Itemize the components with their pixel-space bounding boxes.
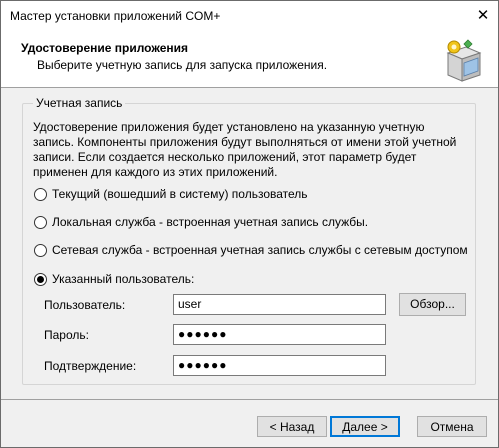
package-wizard-icon	[446, 39, 482, 82]
radio-label: Текущий (вошедший в систему) пользовател…	[52, 187, 308, 201]
radio-label: Локальная служба - встроенная учетная за…	[52, 215, 369, 229]
radio-button[interactable]	[34, 187, 47, 201]
cancel-button[interactable]: Отмена	[417, 416, 487, 437]
password-input[interactable]: ●●●●●●	[173, 324, 386, 345]
radio-label: Указанный пользователь:	[52, 272, 195, 286]
next-button[interactable]: Далее >	[330, 416, 400, 437]
confirm-password-input[interactable]: ●●●●●●	[173, 355, 386, 376]
back-button[interactable]: < Назад	[257, 416, 327, 437]
title-bar: Мастер установки приложений COM+ ✕	[1, 1, 498, 31]
radio-specified-user[interactable]: Указанный пользователь:	[34, 270, 194, 288]
close-icon[interactable]: ✕	[474, 7, 492, 25]
radio-current-user[interactable]: Текущий (вошедший в систему) пользовател…	[34, 185, 308, 203]
confirm-label: Подтверждение:	[44, 359, 137, 373]
window-title: Мастер установки приложений COM+	[10, 9, 221, 23]
account-groupbox: Учетная запись Удостоверение приложения …	[22, 96, 476, 385]
radio-network-service[interactable]: Сетевая служба - встроенная учетная запи…	[34, 241, 468, 259]
footer-divider	[1, 399, 498, 400]
password-label: Пароль:	[44, 328, 89, 342]
account-description: Удостоверение приложения будет установле…	[33, 120, 457, 179]
account-group-label: Учетная запись	[33, 96, 126, 110]
wizard-window: Мастер установки приложений COM+ ✕ Удост…	[0, 0, 499, 448]
wizard-header: Удостоверение приложения Выберите учетну…	[1, 31, 498, 88]
user-label: Пользователь:	[44, 298, 126, 312]
radio-button[interactable]	[34, 243, 47, 257]
user-input[interactable]: user	[173, 294, 386, 315]
page-title: Удостоверение приложения	[21, 41, 188, 55]
radio-label: Сетевая служба - встроенная учетная запи…	[52, 243, 468, 257]
radio-local-service[interactable]: Локальная служба - встроенная учетная за…	[34, 213, 368, 231]
browse-button[interactable]: Обзор...	[399, 293, 466, 316]
radio-button[interactable]	[34, 215, 47, 229]
radio-button-checked[interactable]	[34, 272, 47, 286]
page-subtitle: Выберите учетную запись для запуска прил…	[37, 58, 328, 72]
